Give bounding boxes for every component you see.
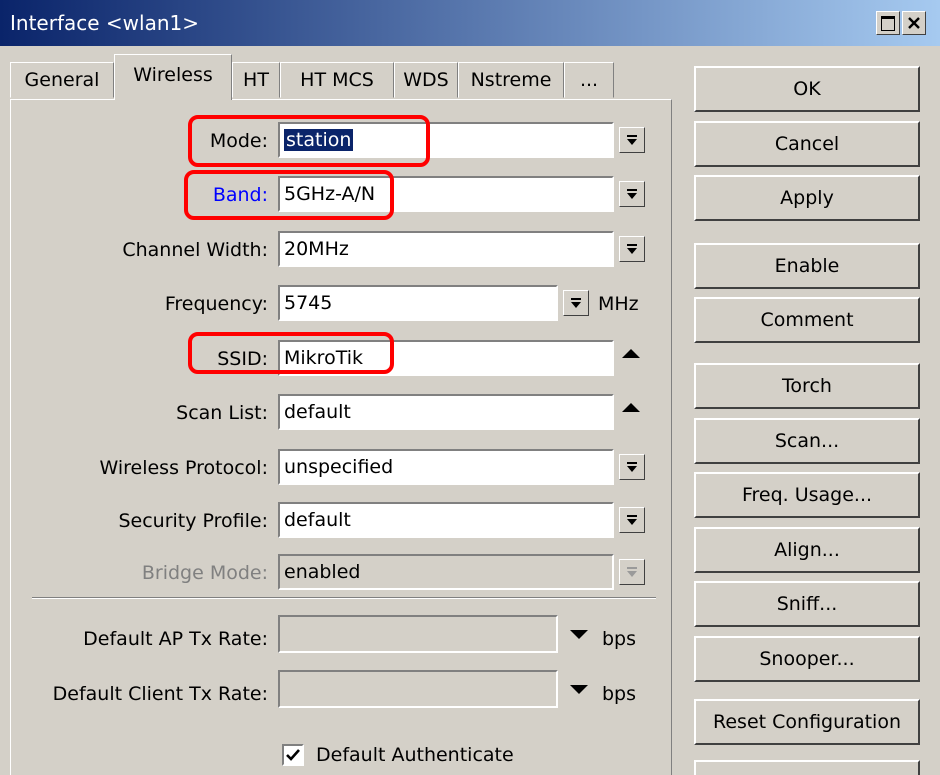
default-authenticate-checkbox[interactable] xyxy=(282,744,304,766)
dropdown-arrow-icon xyxy=(571,298,581,308)
window-title: Interface <wlan1> xyxy=(10,11,199,35)
close-button[interactable] xyxy=(902,11,926,35)
default-ap-tx-rate-expand-icon[interactable] xyxy=(570,630,588,639)
reset-configuration-button[interactable]: Reset Configuration xyxy=(694,699,920,745)
dropdown-arrow-icon xyxy=(627,567,637,577)
dropdown-arrow-icon xyxy=(627,135,637,145)
align-button[interactable]: Align... xyxy=(694,527,920,573)
wireless-protocol-select[interactable]: unspecified xyxy=(278,449,614,485)
bridge-mode-label: Bridge Mode: xyxy=(141,562,268,584)
security-profile-select[interactable]: default xyxy=(278,502,614,538)
sniff-button-label: Sniff... xyxy=(776,593,838,615)
tab-label: ... xyxy=(579,69,599,91)
wireless-protocol-label: Wireless Protocol: xyxy=(99,457,268,479)
tab-ht-mcs[interactable]: HT MCS xyxy=(280,62,394,98)
tab-ht[interactable]: HT xyxy=(232,62,280,98)
maximize-icon xyxy=(881,15,895,31)
title-bar[interactable]: Interface <wlan1> xyxy=(0,0,940,46)
scan-list-label: Scan List: xyxy=(176,402,268,424)
default-client-tx-rate-unit: bps xyxy=(602,683,637,705)
frequency-select[interactable]: 5745 xyxy=(278,285,558,321)
snooper-button[interactable]: Snooper... xyxy=(694,636,920,682)
default-ap-tx-rate-label: Default AP Tx Rate: xyxy=(83,628,268,650)
cancel-button[interactable]: Cancel xyxy=(694,121,920,167)
freq-usage-button[interactable]: Freq. Usage... xyxy=(694,472,920,518)
mode-dropdown-button[interactable] xyxy=(619,127,645,153)
cancel-button-label: Cancel xyxy=(774,133,840,155)
tab-label: WDS xyxy=(403,69,449,91)
maximize-button[interactable] xyxy=(876,11,900,35)
tab-label: HT xyxy=(243,69,269,91)
tab-more[interactable]: ... xyxy=(564,62,614,98)
tab-general[interactable]: General xyxy=(10,62,114,98)
ok-button-label: OK xyxy=(793,78,821,100)
default-client-tx-rate-input[interactable] xyxy=(278,670,558,708)
freq-usage-button-label: Freq. Usage... xyxy=(741,484,873,506)
dropdown-arrow-icon xyxy=(627,244,637,254)
bridge-mode-value: enabled xyxy=(284,561,361,583)
scan-button-label: Scan... xyxy=(774,430,840,452)
snooper-button-label: Snooper... xyxy=(759,648,855,670)
dropdown-arrow-icon xyxy=(627,515,637,525)
band-highlight-box xyxy=(184,170,394,220)
default-ap-tx-rate-unit: bps xyxy=(602,628,637,650)
bridge-mode-select: enabled xyxy=(278,554,614,590)
band-dropdown-button[interactable] xyxy=(619,181,645,207)
frequency-dropdown-button[interactable] xyxy=(563,290,589,316)
default-authenticate-label: Default Authenticate xyxy=(316,744,514,766)
security-profile-value: default xyxy=(284,509,351,531)
tab-label: Nstreme xyxy=(470,69,552,91)
align-button-label: Align... xyxy=(774,539,840,561)
bridge-mode-dropdown-button xyxy=(619,559,645,585)
tab-label: General xyxy=(24,69,100,91)
torch-button[interactable]: Torch xyxy=(694,363,920,409)
close-icon xyxy=(908,17,920,29)
interface-window: Interface <wlan1> General Wireless HT HT… xyxy=(0,0,940,775)
ssid-collapse-icon[interactable] xyxy=(622,349,640,358)
enable-button[interactable]: Enable xyxy=(694,243,920,289)
tab-wds[interactable]: WDS xyxy=(394,62,458,98)
dropdown-arrow-icon xyxy=(627,189,637,199)
tab-label: HT MCS xyxy=(300,69,374,91)
scan-list-input[interactable]: default xyxy=(278,394,614,430)
section-divider xyxy=(32,597,656,599)
security-profile-label: Security Profile: xyxy=(118,510,268,532)
channel-width-label: Channel Width: xyxy=(122,239,268,261)
scan-list-value: default xyxy=(284,401,351,423)
comment-button-label: Comment xyxy=(760,309,854,331)
frequency-unit: MHz xyxy=(598,293,639,315)
more-button[interactable] xyxy=(694,760,920,775)
channel-width-value: 20MHz xyxy=(284,238,349,260)
torch-button-label: Torch xyxy=(782,375,832,397)
ok-button[interactable]: OK xyxy=(694,66,920,112)
wireless-protocol-dropdown-button[interactable] xyxy=(619,454,645,480)
frequency-value: 5745 xyxy=(284,292,333,314)
mode-highlight-box xyxy=(188,115,430,167)
frequency-label: Frequency: xyxy=(164,293,268,315)
comment-button[interactable]: Comment xyxy=(694,297,920,343)
wireless-protocol-value: unspecified xyxy=(284,456,394,478)
default-ap-tx-rate-input[interactable] xyxy=(278,615,558,653)
ssid-highlight-box xyxy=(188,332,394,374)
channel-width-dropdown-button[interactable] xyxy=(619,236,645,262)
scan-button[interactable]: Scan... xyxy=(694,418,920,464)
sniff-button[interactable]: Sniff... xyxy=(694,581,920,627)
scan-list-collapse-icon[interactable] xyxy=(622,403,640,412)
dropdown-arrow-icon xyxy=(627,462,637,472)
tab-wireless[interactable]: Wireless xyxy=(114,54,232,100)
default-client-tx-rate-expand-icon[interactable] xyxy=(570,685,588,694)
enable-button-label: Enable xyxy=(774,255,840,277)
tab-nstreme[interactable]: Nstreme xyxy=(458,62,564,98)
reset-configuration-button-label: Reset Configuration xyxy=(713,711,901,733)
checkmark-icon xyxy=(286,749,300,761)
security-profile-dropdown-button[interactable] xyxy=(619,507,645,533)
channel-width-select[interactable]: 20MHz xyxy=(278,231,614,267)
default-client-tx-rate-label: Default Client Tx Rate: xyxy=(52,683,268,705)
apply-button[interactable]: Apply xyxy=(694,175,920,221)
apply-button-label: Apply xyxy=(780,187,834,209)
tab-label: Wireless xyxy=(133,63,213,86)
